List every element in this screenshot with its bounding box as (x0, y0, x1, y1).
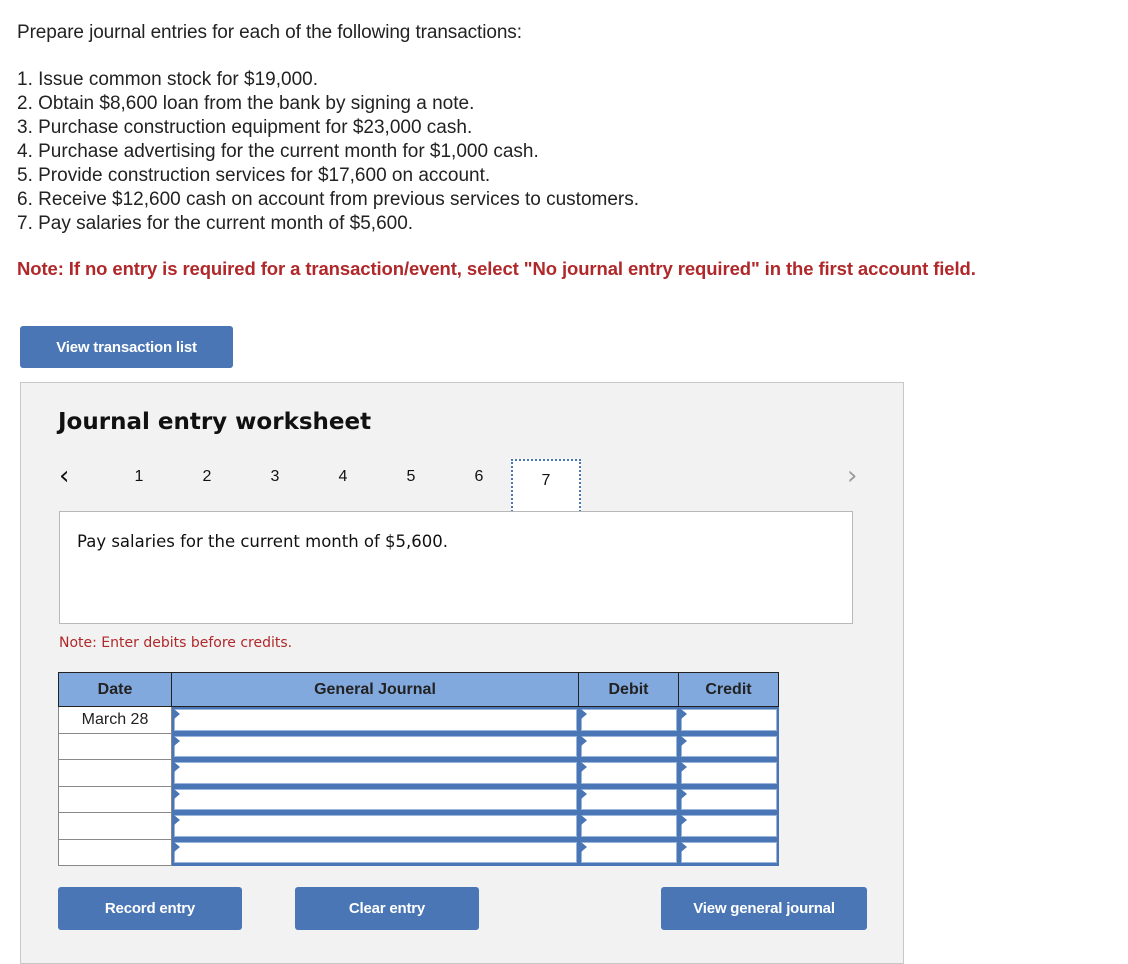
view-transaction-list-button[interactable]: View transaction list (20, 326, 233, 368)
credit-header: Credit (678, 672, 779, 707)
date-cell (58, 812, 172, 840)
chevron-left-icon[interactable]: ‹ (59, 461, 69, 491)
table-row (58, 785, 779, 813)
date-cell: March 28 (58, 706, 172, 734)
no-entry-note: Note: If no entry is required for a tran… (17, 258, 976, 279)
debit-header: Debit (578, 672, 679, 707)
transaction-description: Pay salaries for the current month of $5… (77, 532, 449, 551)
transaction-item: 4. Purchase advertising for the current … (17, 141, 539, 162)
account-select[interactable] (174, 735, 577, 757)
transaction-item: 6. Receive $12,600 cash on account from … (17, 189, 640, 210)
page-tab-4[interactable]: 4 (309, 457, 377, 497)
worksheet-title: Journal entry worksheet (58, 409, 372, 435)
account-select[interactable] (174, 788, 577, 810)
page-tab-3[interactable]: 3 (241, 457, 309, 497)
general-journal-header: General Journal (171, 672, 579, 707)
debit-input[interactable] (581, 841, 677, 863)
table-header-row: Date General Journal Debit Credit (58, 672, 779, 707)
table-row: March 28 (58, 706, 779, 734)
credit-input[interactable] (681, 709, 777, 731)
transaction-item: 1. Issue common stock for $19,000. (17, 69, 318, 90)
debit-input[interactable] (581, 709, 677, 731)
account-select[interactable] (174, 709, 577, 731)
date-cell (58, 785, 172, 813)
debit-input[interactable] (581, 788, 677, 810)
journal-entry-worksheet: Journal entry worksheet ‹ 1 2 3 4 5 6 7 … (20, 382, 904, 964)
table-row (58, 838, 779, 866)
transaction-pager: ‹ 1 2 3 4 5 6 7 › (21, 457, 903, 515)
account-select[interactable] (174, 815, 577, 837)
account-select[interactable] (174, 762, 577, 784)
credit-input[interactable] (681, 735, 777, 757)
instructions-heading: Prepare journal entries for each of the … (17, 22, 522, 43)
record-entry-button[interactable]: Record entry (58, 887, 242, 930)
credit-input[interactable] (681, 788, 777, 810)
general-journal-table: Date General Journal Debit Credit March … (58, 672, 779, 866)
page-tab-7-active[interactable]: 7 (511, 459, 581, 515)
account-select[interactable] (174, 841, 577, 863)
transaction-item: 2. Obtain $8,600 loan from the bank by s… (17, 93, 475, 114)
view-general-journal-button[interactable]: View general journal (661, 887, 867, 930)
page-tab-6[interactable]: 6 (445, 457, 513, 497)
transaction-item: 5. Provide construction services for $17… (17, 165, 491, 186)
date-cell (58, 838, 172, 866)
debit-input[interactable] (581, 735, 677, 757)
table-row (58, 812, 779, 840)
page-tab-1[interactable]: 1 (105, 457, 173, 497)
debits-before-credits-note: Note: Enter debits before credits. (59, 635, 293, 651)
table-row (58, 759, 779, 787)
credit-input[interactable] (681, 762, 777, 784)
transaction-item: 3. Purchase construction equipment for $… (17, 117, 473, 138)
chevron-right-icon[interactable]: › (847, 461, 857, 491)
debit-input[interactable] (581, 815, 677, 837)
credit-input[interactable] (681, 841, 777, 863)
transaction-description-box: Pay salaries for the current month of $5… (59, 511, 853, 624)
page-tab-5[interactable]: 5 (377, 457, 445, 497)
date-header: Date (58, 672, 172, 707)
transaction-list: 1. Issue common stock for $19,000. 2. Ob… (17, 68, 639, 236)
date-cell (58, 732, 172, 760)
clear-entry-button[interactable]: Clear entry (295, 887, 479, 930)
transaction-item: 7. Pay salaries for the current month of… (17, 213, 414, 234)
table-row (58, 732, 779, 760)
page-tab-2[interactable]: 2 (173, 457, 241, 497)
credit-input[interactable] (681, 815, 777, 837)
debit-input[interactable] (581, 762, 677, 784)
date-cell (58, 759, 172, 787)
